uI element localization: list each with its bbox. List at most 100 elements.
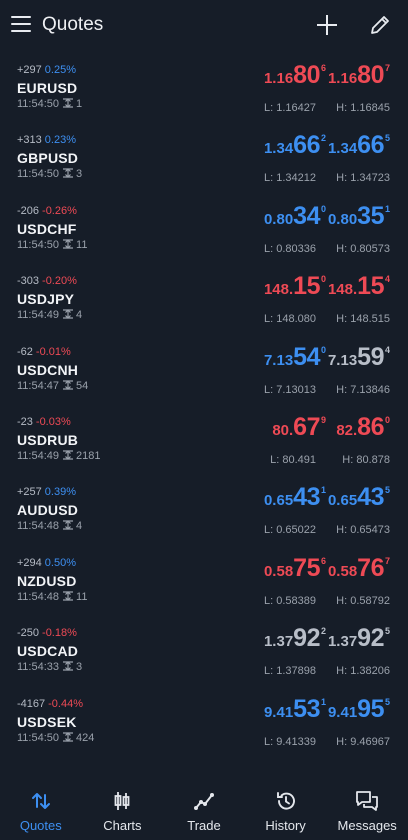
bid-price: 9.41531 (264, 695, 326, 724)
quote-row-usdjpy[interactable]: -303 -0.20% USDJPY 11:54:49 4 148.150 148.… (0, 263, 408, 333)
bid-price-fraction: 0 (320, 344, 326, 355)
daily-high: H: 1.38206 (336, 665, 390, 678)
change-percent: -0.26% (42, 204, 77, 217)
tab-trade[interactable]: Trade (164, 778, 244, 840)
change-percent: -0.01% (35, 345, 71, 358)
quote-meta: 11:54:50 3 (17, 168, 82, 180)
daily-high: H: 148.515 (336, 313, 390, 326)
quote-time: 11:54:33 (17, 661, 60, 674)
ask-price-pips: 92 (357, 624, 384, 653)
change-points: -206 (17, 204, 40, 217)
quotes-icon (1, 790, 81, 812)
daily-change: +313 0.23% (17, 134, 76, 146)
bid-price: 0.65431 (264, 483, 326, 512)
ask-price-fraction: 5 (384, 696, 390, 707)
bid-price-pips: 53 (293, 694, 320, 723)
edit-pencil-icon[interactable] (369, 14, 391, 36)
messages-icon (327, 790, 407, 812)
page-title: Quotes (42, 14, 104, 35)
ask-price-fraction: 1 (384, 203, 390, 214)
daily-change: -250 -0.18% (17, 627, 77, 639)
quote-row-gbpusd[interactable]: +313 0.23% GBPUSD 11:54:50 3 1.34662 1.346… (0, 122, 408, 192)
charts-icon (82, 790, 162, 812)
ask-price-pips: 95 (357, 694, 384, 723)
bid-price: 0.80340 (264, 202, 326, 231)
bid-price: 7.13540 (264, 343, 326, 372)
ask-price-fraction: 7 (384, 63, 390, 73)
history-icon (246, 790, 326, 812)
quote-row-usdrub[interactable]: -23 -0.03% USDRUB 11:54:49 2181 80.679 82.… (0, 404, 408, 474)
quotes-list: +297 0.25% EURUSD 11:54:50 1 1.16806 1.168… (0, 52, 408, 756)
bid-price-pips: 75 (293, 553, 320, 582)
daily-change: -4167 -0.44% (17, 698, 83, 710)
change-points: +313 (17, 134, 42, 147)
bid-price: 148.150 (264, 272, 326, 301)
change-percent: -0.03% (35, 415, 71, 428)
daily-change: -206 -0.26% (17, 205, 77, 217)
change-percent: 0.50% (44, 556, 76, 569)
daily-high: H: 1.34723 (336, 172, 390, 185)
ask-price-fraction: 0 (384, 414, 390, 425)
daily-low: L: 1.37898 (264, 665, 316, 678)
symbol-name: USDRUB (17, 431, 79, 448)
ask-price-prefix: 1.34 (327, 140, 358, 158)
spread-icon (63, 731, 74, 742)
ask-price-fraction: 5 (384, 485, 390, 496)
daily-low: L: 0.58389 (264, 594, 316, 607)
tab-history[interactable]: History (246, 778, 326, 840)
ask-price-pips: 80 (357, 61, 384, 89)
bid-price: 0.58756 (264, 554, 326, 583)
daily-low: L: 7.13013 (264, 383, 316, 396)
spread-icon (63, 379, 74, 390)
spread-icon (63, 98, 74, 108)
daily-change: -303 -0.20% (17, 275, 77, 287)
tab-charts[interactable]: Charts (82, 778, 162, 840)
ask-price-pips: 76 (357, 553, 384, 582)
spread-value: 3 (76, 168, 83, 181)
ask-price-pips: 15 (357, 272, 384, 301)
ask-price-prefix: 0.65 (327, 492, 358, 510)
daily-change: +297 0.25% (17, 64, 76, 76)
change-points: -62 (17, 345, 33, 358)
add-symbol-icon[interactable] (316, 14, 338, 36)
spread-icon (63, 309, 74, 320)
daily-change: -62 -0.01% (17, 346, 71, 358)
ask-price: 7.13594 (328, 343, 390, 372)
symbol-name: GBPUSD (17, 150, 79, 167)
change-percent: 0.23% (44, 134, 76, 147)
daily-low: L: 0.80336 (264, 242, 316, 255)
spread-value: 424 (76, 731, 95, 744)
bid-price-prefix: 1.37 (263, 633, 294, 651)
spread-icon (63, 168, 74, 179)
tab-quotes[interactable]: Quotes (1, 778, 81, 840)
ask-price-fraction: 7 (384, 555, 390, 566)
quote-meta: 11:54:50 11 (17, 239, 87, 251)
bid-price: 1.16806 (264, 61, 326, 90)
quote-row-usdsek[interactable]: -4167 -0.44% USDSEK 11:54:50 424 9.41531 9… (0, 686, 408, 756)
bid-price-pips: 34 (293, 201, 320, 230)
change-percent: 0.39% (44, 486, 76, 499)
tab-messages[interactable]: Messages (327, 778, 407, 840)
daily-low: L: 1.34212 (264, 172, 316, 185)
quote-meta: 11:54:49 4 (17, 309, 82, 321)
quote-row-nzdusd[interactable]: +294 0.50% NZDUSD 11:54:48 11 0.58756 0.58… (0, 545, 408, 615)
bid-price-prefix: 1.16 (263, 70, 294, 87)
quote-row-audusd[interactable]: +257 0.39% AUDUSD 11:54:48 4 0.65431 0.654… (0, 474, 408, 544)
quote-row-usdcnh[interactable]: -62 -0.01% USDCNH 11:54:47 54 7.13540 7.13… (0, 334, 408, 404)
spread-value: 11 (76, 590, 88, 603)
bid-price-prefix: 7.13 (263, 351, 294, 369)
ask-price-fraction: 4 (384, 344, 390, 355)
ask-price: 0.58767 (328, 554, 390, 583)
quote-time: 11:54:47 (17, 379, 60, 392)
daily-high: H: 1.16845 (336, 102, 390, 114)
change-points: +297 (17, 64, 42, 76)
change-points: -250 (17, 627, 40, 640)
symbol-name: AUDUSD (17, 502, 79, 519)
quote-row-eurusd[interactable]: +297 0.25% EURUSD 11:54:50 1 1.16806 1.168… (0, 52, 408, 122)
hamburger-menu-icon[interactable] (11, 16, 31, 32)
bottom-tab-bar: Quotes Charts Trade History Messages (0, 778, 408, 840)
quote-row-usdcad[interactable]: -250 -0.18% USDCAD 11:54:33 3 1.37922 1.37… (0, 615, 408, 685)
quote-row-usdchf[interactable]: -206 -0.26% USDCHF 11:54:50 11 0.80340 0.8… (0, 193, 408, 263)
ask-price-fraction: 5 (384, 626, 390, 637)
trade-icon (164, 790, 244, 812)
